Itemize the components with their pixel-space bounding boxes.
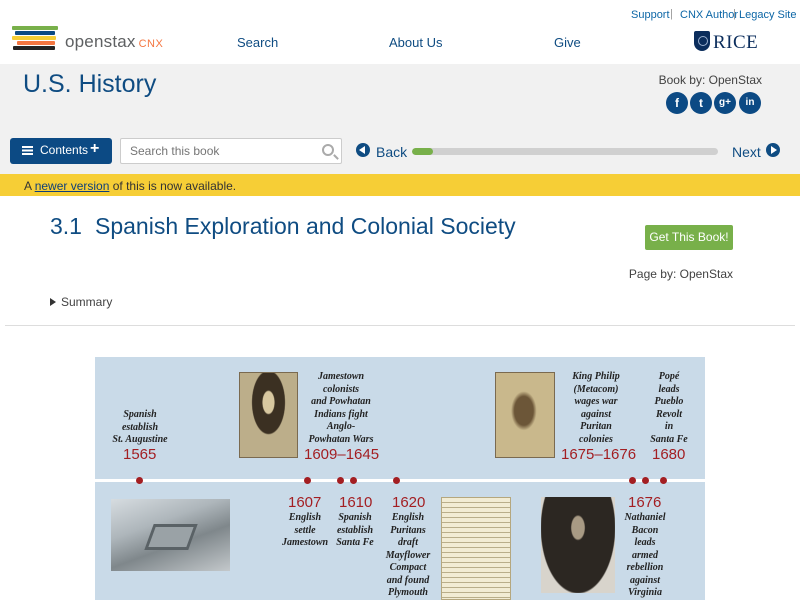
progress-fill bbox=[412, 148, 434, 155]
openstax-cnx-logo[interactable]: openstax CNX bbox=[12, 26, 182, 56]
notice-prefix: A bbox=[24, 179, 35, 193]
timeline-figure: Spanish establish St. Augustine 1565 Jam… bbox=[95, 357, 705, 600]
event-powhatan-wars-text: Jamestown colonists and Powhatan Indians… bbox=[308, 371, 374, 445]
event-pueblo-revolt-year: 1680 bbox=[652, 446, 686, 463]
search-icon[interactable] bbox=[322, 144, 334, 156]
event-bacon-text: Nathaniel Bacon leads armed rebellion ag… bbox=[624, 512, 666, 598]
page-author-line: Page by: OpenStax bbox=[628, 267, 733, 281]
st-augustine-fort-image bbox=[111, 499, 230, 571]
timeline-dot bbox=[337, 477, 344, 484]
section-title: Spanish Exploration and Colonial Society bbox=[95, 213, 516, 239]
summary-label: Summary bbox=[61, 295, 113, 309]
rice-shield-icon bbox=[694, 31, 710, 51]
summary-toggle[interactable]: Summary bbox=[50, 295, 112, 309]
mayflower-compact-image bbox=[441, 497, 511, 600]
logo-wordmark: openstax bbox=[65, 32, 136, 51]
next-arrow-icon[interactable] bbox=[766, 143, 780, 157]
linkedin-icon[interactable]: in bbox=[739, 92, 761, 114]
event-king-philip-text: King Philip (Metacom) wages war against … bbox=[572, 371, 620, 445]
section-number: 3.1 bbox=[50, 213, 82, 239]
event-santa-fe-year: 1610 bbox=[339, 494, 373, 511]
google-plus-icon[interactable]: g+ bbox=[714, 92, 736, 114]
contents-label: Contents bbox=[40, 143, 89, 157]
rice-wordmark: RICE bbox=[713, 32, 759, 53]
event-st-augustine-year: 1565 bbox=[123, 446, 157, 463]
event-powhatan-wars-year: 1609–1645 bbox=[304, 446, 380, 463]
event-mayflower-text: English Puritans draft Mayflower Compact… bbox=[385, 512, 431, 598]
top-navigation-bar: openstax CNX Support | CNX Author | Legac… bbox=[0, 0, 800, 64]
event-santa-fe-text: Spanish establish Santa Fe bbox=[336, 512, 374, 548]
back-button[interactable]: Back bbox=[376, 144, 407, 160]
list-icon bbox=[22, 146, 33, 155]
get-this-book-button[interactable]: Get This Book! bbox=[645, 225, 733, 250]
event-st-augustine-text: Spanish establish St. Augustine bbox=[112, 409, 168, 445]
timeline-dot bbox=[393, 477, 400, 484]
timeline-dot bbox=[350, 477, 357, 484]
event-pueblo-revolt-text: Popé leads Pueblo Revolt in Santa Fe bbox=[650, 371, 688, 445]
event-mayflower-year: 1620 bbox=[392, 494, 426, 511]
nav-about-us-link[interactable]: About Us bbox=[389, 35, 442, 50]
cnx-author-link[interactable]: CNX Author bbox=[680, 9, 738, 21]
logo-books-icon bbox=[12, 26, 58, 54]
utility-separator: | bbox=[733, 8, 736, 20]
contents-button[interactable]: Contents + bbox=[10, 138, 112, 164]
event-jamestown-year: 1607 bbox=[288, 494, 322, 511]
event-king-philip-year: 1675–1676 bbox=[561, 446, 637, 463]
book-header: U.S. History Book by: OpenStax f t g+ in… bbox=[0, 64, 800, 174]
next-button[interactable]: Next bbox=[732, 144, 761, 160]
event-bacon-year: 1676 bbox=[628, 494, 662, 511]
plus-icon: + bbox=[90, 140, 100, 157]
nathaniel-bacon-portrait-image bbox=[541, 497, 615, 593]
book-title: U.S. History bbox=[23, 70, 157, 98]
metacom-portrait-image bbox=[495, 372, 555, 458]
utility-separator: | bbox=[670, 8, 673, 20]
timeline-dot bbox=[660, 477, 667, 484]
book-author-line: Book by: OpenStax bbox=[658, 73, 762, 87]
nav-give-link[interactable]: Give bbox=[554, 35, 581, 50]
pocahontas-portrait-image bbox=[239, 372, 298, 458]
nav-search-link[interactable]: Search bbox=[237, 35, 278, 50]
legacy-site-link[interactable]: Legacy Site bbox=[739, 9, 796, 21]
notice-suffix: of this is now available. bbox=[109, 179, 237, 193]
event-jamestown-text: English settle Jamestown bbox=[281, 512, 329, 548]
support-link[interactable]: Support bbox=[631, 9, 670, 21]
logo-cnx-mark: CNX bbox=[138, 38, 164, 50]
timeline-dot bbox=[304, 477, 311, 484]
timeline-dot bbox=[642, 477, 649, 484]
timeline-dot bbox=[629, 477, 636, 484]
newer-version-link[interactable]: newer version bbox=[35, 179, 110, 193]
timeline-axis bbox=[95, 479, 705, 482]
back-arrow-icon[interactable] bbox=[356, 143, 370, 157]
twitter-icon[interactable]: t bbox=[690, 92, 712, 114]
search-book-input[interactable] bbox=[120, 138, 342, 164]
newer-version-notice: A newer version of this is now available… bbox=[0, 174, 800, 196]
caret-right-icon bbox=[50, 298, 56, 306]
facebook-icon[interactable]: f bbox=[666, 92, 688, 114]
divider bbox=[5, 325, 795, 326]
reading-progress-bar bbox=[412, 148, 718, 155]
timeline-dot bbox=[136, 477, 143, 484]
